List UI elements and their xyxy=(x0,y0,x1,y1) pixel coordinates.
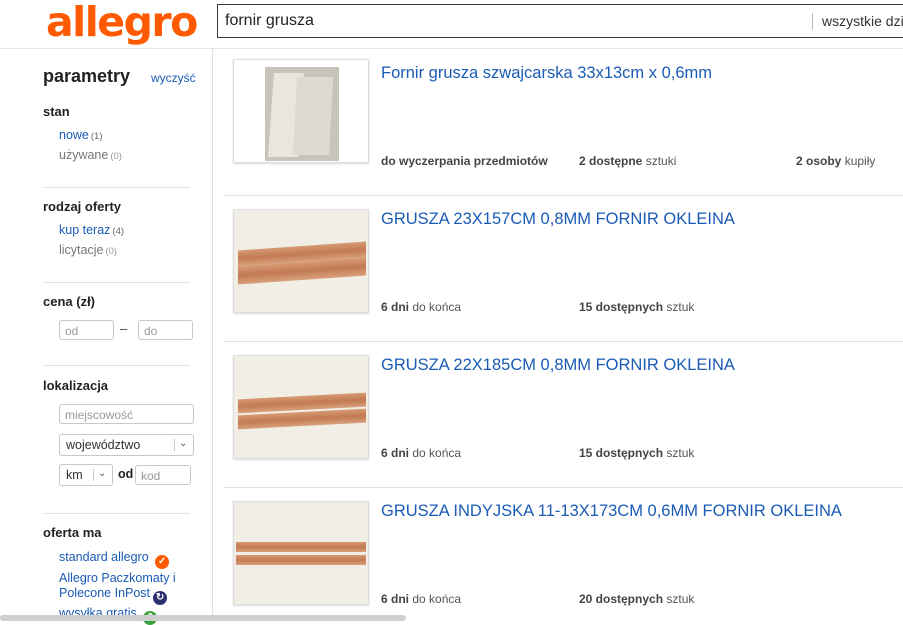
filters-title: parametry xyxy=(43,66,131,86)
search-input[interactable] xyxy=(218,5,805,37)
filter-auctions-count: (0) xyxy=(105,246,118,257)
divider xyxy=(43,282,190,283)
filter-used-count: (0) xyxy=(110,151,122,162)
duration-unit: do końca xyxy=(409,592,462,606)
chevron-down-icon: ⌄ xyxy=(98,468,107,479)
buyers-unit: kupiły xyxy=(841,154,876,168)
veneer-photo xyxy=(234,502,368,604)
veneer-photo xyxy=(234,356,368,458)
listing-availability: 15 dostępnych sztuk xyxy=(579,446,694,460)
listing-duration: 6 dni do końca xyxy=(381,592,461,606)
filter-buy-now-label: kup teraz xyxy=(59,223,111,237)
availability-value: 20 dostępnych xyxy=(579,592,664,606)
availability-unit: sztuk xyxy=(663,446,695,460)
filter-paczkomaty-label-line1: Allegro Paczkomaty i xyxy=(59,571,176,585)
listing-title-link[interactable]: GRUSZA 23X157CM 0,8MM FORNIR OKLEINA xyxy=(381,210,735,229)
price-heading: cena (zł) xyxy=(43,294,96,309)
filter-new-label: nowe xyxy=(59,128,89,142)
availability-unit: sztuki xyxy=(642,154,677,168)
distance-from-label: od xyxy=(118,467,134,481)
checkmark-badge-icon: ✓ xyxy=(155,555,170,569)
divider xyxy=(43,365,190,366)
postal-code-input[interactable]: kod xyxy=(135,465,191,485)
distance-select[interactable]: km ⌄ xyxy=(59,464,113,486)
duration-value: 6 dni xyxy=(381,446,410,460)
divider xyxy=(43,513,190,514)
search-bar: wszystkie dzia xyxy=(217,4,903,38)
duration-unit: do końca xyxy=(409,300,462,314)
filter-new-count: (1) xyxy=(90,131,103,142)
listing-title-link[interactable]: GRUSZA 22X185CM 0,8MM FORNIR OKLEINA xyxy=(381,356,735,375)
buyers-value: 2 osoby xyxy=(796,154,842,168)
horizontal-scrollbar[interactable] xyxy=(0,615,406,621)
filter-standard-allegro-label: standard allegro xyxy=(59,550,149,564)
veneer-photo xyxy=(265,67,339,161)
clear-filters-link[interactable]: wyczyść xyxy=(151,71,196,85)
duration-value: do wyczerpania przedmiotów xyxy=(381,154,548,168)
listing-item: GRUSZA 22X185CM 0,8MM FORNIR OKLEINA 6 d… xyxy=(224,341,903,488)
price-from-input[interactable]: od xyxy=(59,320,114,340)
listing-thumbnail[interactable] xyxy=(233,501,369,605)
filter-used[interactable]: używane (0) xyxy=(59,148,122,162)
search-divider xyxy=(812,13,813,30)
filter-sidebar: parametry wyczyść stan nowe (1) używane (0… xyxy=(0,49,213,625)
listing-title-link[interactable]: GRUSZA INDYJSKA 11-13X173CM 0,6MM FORNIR… xyxy=(381,502,842,521)
region-select-value: województwo xyxy=(66,438,141,452)
duration-value: 6 dni xyxy=(381,592,410,606)
region-select[interactable]: województwo ⌄ xyxy=(59,434,194,456)
listing-thumbnail[interactable] xyxy=(233,355,369,459)
listing-title-link[interactable]: Fornir grusza szwajcarska 33x13cm x 0,6m… xyxy=(381,64,712,83)
filter-paczkomaty-inpost[interactable]: Allegro Paczkomaty i Polecone InPost ↻ xyxy=(59,571,176,605)
city-input[interactable]: miejscowość xyxy=(59,404,194,424)
filter-paczkomaty-label-line2: Polecone InPost xyxy=(59,585,151,600)
location-heading: lokalizacja xyxy=(43,378,109,393)
distance-select-value: km xyxy=(66,468,83,482)
veneer-photo xyxy=(234,210,368,312)
filter-buy-now-count: (4) xyxy=(112,226,125,237)
chevron-down-icon: ⌄ xyxy=(179,438,188,449)
offer-type-heading: rodzaj oferty xyxy=(43,199,122,214)
price-to-input[interactable]: do xyxy=(138,320,193,340)
duration-value: 6 dni xyxy=(381,300,410,314)
offer-features-heading: oferta ma xyxy=(43,525,102,540)
price-dash: – xyxy=(120,321,128,336)
listing-item: GRUSZA 23X157CM 0,8MM FORNIR OKLEINA 6 d… xyxy=(224,195,903,342)
category-select[interactable]: wszystkie dzia xyxy=(822,13,903,29)
availability-unit: sztuk xyxy=(663,300,695,314)
filter-auctions-label: licytacje xyxy=(59,243,104,257)
filter-new[interactable]: nowe (1) xyxy=(59,128,103,142)
listing-buyers: 2 osoby kupiły xyxy=(796,154,875,168)
availability-value: 15 dostępnych xyxy=(579,300,664,314)
filter-standard-allegro[interactable]: standard allegro ✓ xyxy=(59,550,170,569)
availability-unit: sztuk xyxy=(663,592,695,606)
listing-duration: do wyczerpania przedmiotów xyxy=(381,154,548,168)
filter-used-label: używane xyxy=(59,148,109,162)
listing-availability: 20 dostępnych sztuk xyxy=(579,592,694,606)
availability-value: 2 dostępne xyxy=(579,154,643,168)
filter-auctions[interactable]: licytacje (0) xyxy=(59,243,117,257)
allegro-logo[interactable]: allegro xyxy=(46,0,198,46)
divider xyxy=(43,187,190,188)
condition-heading: stan xyxy=(43,104,70,119)
select-divider xyxy=(174,439,175,451)
filter-buy-now[interactable]: kup teraz (4) xyxy=(59,223,124,237)
top-header: allegro wszystkie dzia xyxy=(0,0,903,49)
listing-item: GRUSZA INDYJSKA 11-13X173CM 0,6MM FORNIR… xyxy=(224,487,903,621)
duration-unit: do końca xyxy=(409,446,462,460)
listing-item: Fornir grusza szwajcarska 33x13cm x 0,6m… xyxy=(224,49,903,196)
listing-thumbnail[interactable] xyxy=(233,209,369,313)
inpost-icon: ↻ xyxy=(153,590,168,605)
listing-availability: 15 dostępnych sztuk xyxy=(579,300,694,314)
listing-thumbnail[interactable] xyxy=(233,59,369,163)
availability-value: 15 dostępnych xyxy=(579,446,664,460)
listing-duration: 6 dni do końca xyxy=(381,300,461,314)
select-divider xyxy=(93,469,94,481)
listing-availability: 2 dostępne sztuki xyxy=(579,154,676,168)
listing-duration: 6 dni do końca xyxy=(381,446,461,460)
